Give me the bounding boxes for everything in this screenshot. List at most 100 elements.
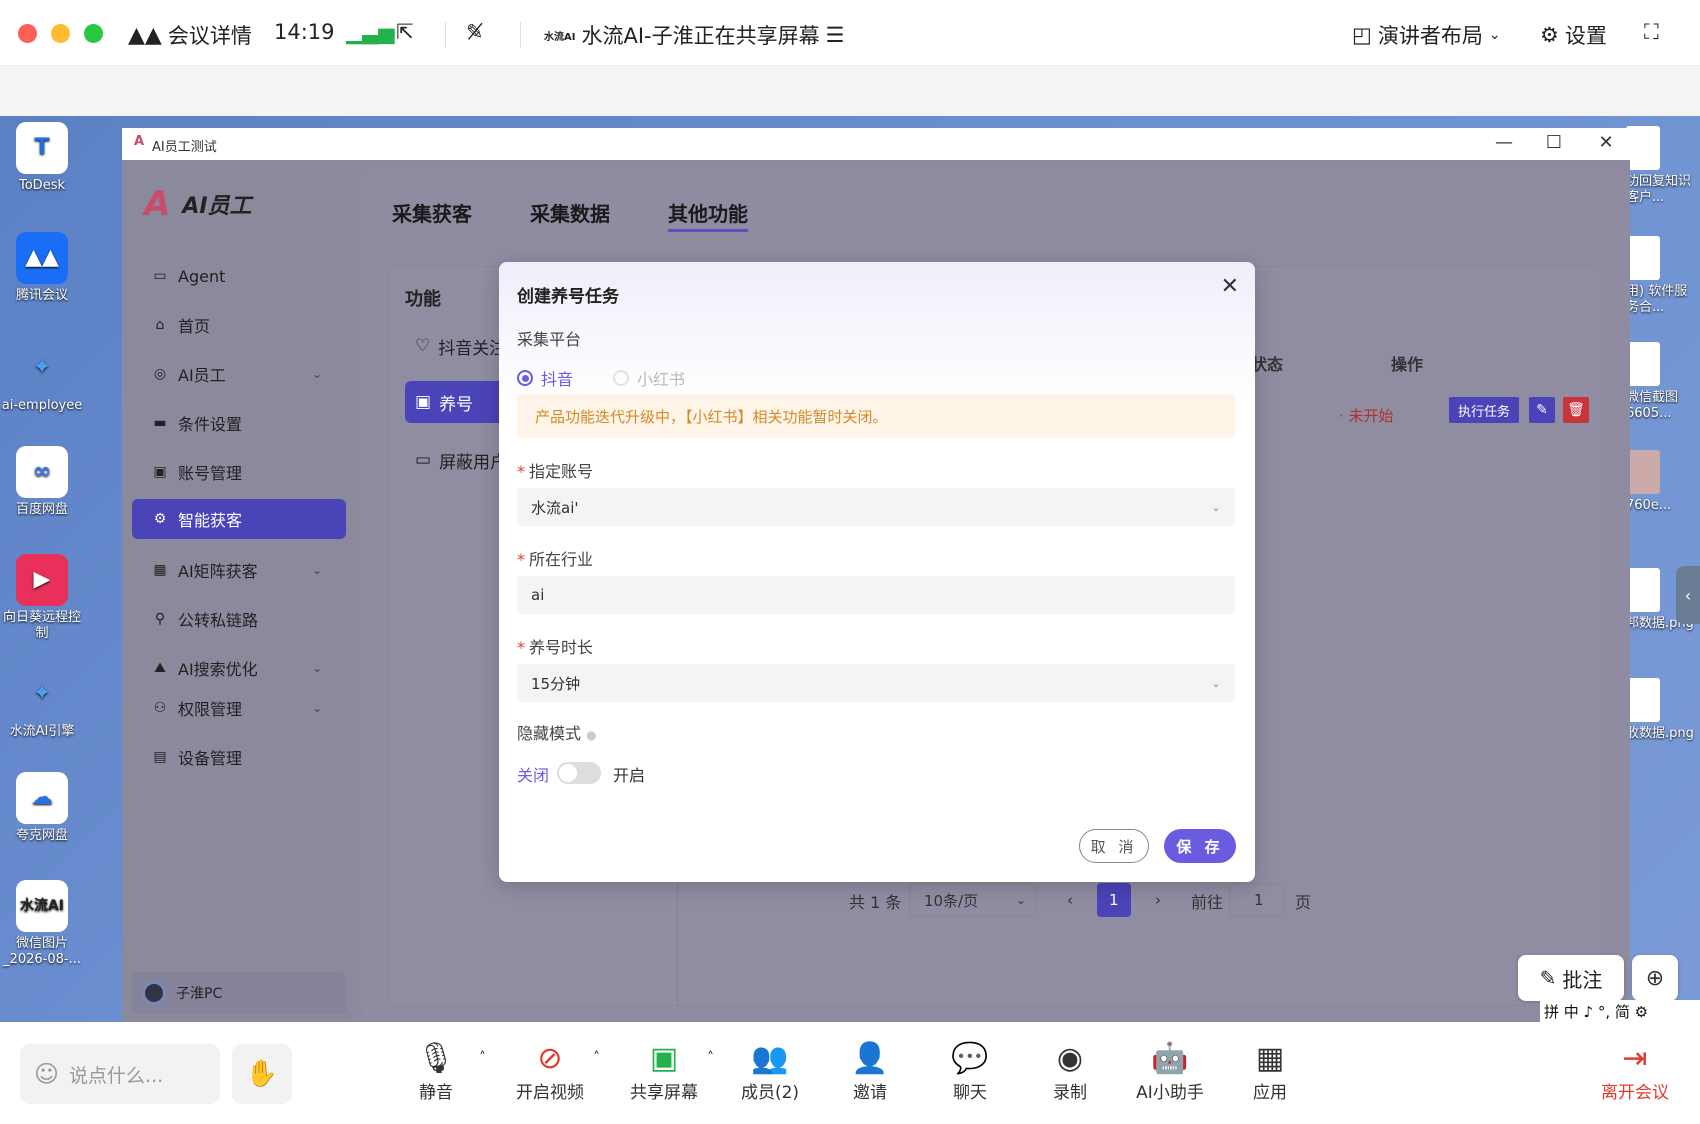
help-icon[interactable]: ● bbox=[586, 728, 596, 742]
delete-icon[interactable]: 🗑 bbox=[1563, 397, 1589, 423]
mute-button[interactable]: 🎙 静音 ˄ bbox=[386, 1040, 486, 1103]
sidebar-item-agent[interactable]: ▭ Agent bbox=[132, 254, 346, 298]
function-item-douyin-follow[interactable]: ♡ 抖音关注 bbox=[405, 325, 506, 367]
ime-toolbar[interactable]: 拼 中 ♪ °, 简 ⚙ bbox=[1540, 1000, 1700, 1022]
collapse-panel-icon[interactable]: ‹ bbox=[1676, 566, 1700, 624]
sunflower-icon: ▶ bbox=[16, 554, 68, 606]
desktop-icon-quark-pan[interactable]: ☁ 夸克网盘 bbox=[0, 772, 84, 844]
signal-icon[interactable]: ▁▃▅ bbox=[346, 20, 394, 44]
desktop-file[interactable]: 功回复知识客户... bbox=[1626, 126, 1700, 206]
sidebar-item-ai-search[interactable]: ⛰ AI搜索优化 ⌄ bbox=[132, 646, 346, 690]
desktop-file[interactable]: 微信截图6605... bbox=[1626, 342, 1700, 422]
edit-icon[interactable]: ✎ bbox=[1529, 397, 1555, 423]
tab-other-functions[interactable]: 其他功能 bbox=[668, 198, 748, 232]
chevron-up-icon[interactable]: ˄ bbox=[707, 1050, 714, 1066]
prev-page-icon[interactable]: ‹ bbox=[1057, 883, 1087, 917]
user-profile[interactable]: 子淮PC bbox=[132, 972, 346, 1014]
tab-collect-data[interactable]: 采集数据 bbox=[530, 198, 610, 232]
function-item-block-users[interactable]: ▭ 屏蔽用户 bbox=[405, 439, 507, 481]
file-label: 760e... bbox=[1626, 498, 1672, 513]
fullscreen-icon[interactable]: ⛶ bbox=[1644, 20, 1659, 45]
raise-hand-icon[interactable]: ✋ bbox=[232, 1044, 292, 1104]
maximize-icon[interactable]: ☐ bbox=[1542, 132, 1566, 153]
notice-banner: 产品功能迭代升级中，【小红书】相关功能暂时关闭。 bbox=[517, 394, 1235, 438]
meeting-details-button[interactable]: ▲▲ 会议详情 bbox=[128, 20, 252, 50]
desktop-icon-ai-employee[interactable]: ✦ ai-employee bbox=[0, 342, 84, 414]
cancel-button[interactable]: 取 消 bbox=[1079, 829, 1149, 863]
chat-button[interactable]: 💬 聊天 bbox=[920, 1040, 1020, 1103]
desktop-icon-todesk[interactable]: T ToDesk bbox=[0, 122, 84, 194]
zoom-in-icon[interactable]: ⊕ bbox=[1632, 955, 1678, 1001]
close-window-button[interactable] bbox=[18, 24, 37, 43]
record-button[interactable]: ◉ 录制 bbox=[1020, 1040, 1120, 1103]
ai-assistant-button[interactable]: 🤖 AI小助手 bbox=[1120, 1040, 1220, 1103]
layout-icon: ◰ bbox=[1352, 23, 1372, 47]
stop-annotation-icon[interactable]: ✎̸ bbox=[466, 20, 484, 44]
link-icon: ⚲ bbox=[154, 611, 166, 627]
account-select[interactable]: 水流ai' ⌄ bbox=[517, 488, 1235, 526]
chat-icon: ▭ bbox=[153, 268, 167, 284]
external-link-icon[interactable]: ⇱ bbox=[396, 20, 414, 44]
desktop-icon-baidu-pan[interactable]: ∞ 百度网盘 bbox=[0, 446, 84, 518]
settings-button[interactable]: ⚙ 设置 bbox=[1540, 20, 1607, 50]
radio-douyin[interactable]: 抖音 bbox=[517, 366, 573, 390]
sidebar-item-ai-employee[interactable]: ◎ AI员工 ⌄ bbox=[132, 352, 346, 396]
layout-button[interactable]: ◰ 演讲者布局 ⌄ bbox=[1352, 20, 1501, 50]
annotate-button[interactable]: ✎ 批注 bbox=[1518, 955, 1624, 1001]
invite-button[interactable]: 👤 邀请 bbox=[820, 1040, 920, 1103]
start-video-button[interactable]: ⊘ 开启视频 ˄ bbox=[500, 1040, 600, 1103]
sidebar-item-label: AI矩阵获客 bbox=[178, 562, 258, 581]
save-button[interactable]: 保 存 bbox=[1164, 829, 1236, 863]
page-number-active[interactable]: 1 bbox=[1097, 883, 1131, 917]
share-screen-button[interactable]: ▣ 共享屏幕 ˄ bbox=[614, 1040, 714, 1103]
chevron-down-icon: ⌄ bbox=[1015, 893, 1026, 907]
page-size-select[interactable]: 10条/页 ⌄ bbox=[909, 883, 1037, 917]
desktop-file[interactable]: 用) 软件服务合... bbox=[1626, 236, 1700, 316]
chat-input[interactable]: ☺ 说点什么... bbox=[20, 1044, 220, 1104]
sidebar-item-conditions[interactable]: ▬ 条件设置 bbox=[132, 401, 346, 445]
sidebar-item-private-link[interactable]: ⚲ 公转私链路 bbox=[132, 597, 346, 641]
sidebar-item-accounts[interactable]: ▣ 账号管理 bbox=[132, 450, 346, 494]
duration-select[interactable]: 15分钟 ⌄ bbox=[517, 664, 1235, 702]
account-label: * 指定账号 bbox=[517, 458, 593, 482]
leave-meeting-button[interactable]: ⇥ 离开会议 bbox=[1590, 1040, 1680, 1103]
minimize-icon[interactable]: — bbox=[1492, 132, 1516, 153]
function-item-nurture[interactable]: ▣ 养号 bbox=[405, 381, 505, 423]
file-label: 用) 软件服务合... bbox=[1626, 284, 1688, 315]
industry-input[interactable]: ai bbox=[517, 576, 1235, 614]
desktop-icon-sunflower[interactable]: ▶ 向日葵远程控制 bbox=[0, 554, 84, 642]
column-header-action: 操作 bbox=[1391, 355, 1424, 374]
sidebar-item-devices[interactable]: ▤ 设备管理 bbox=[132, 735, 346, 779]
desktop-icon-shuiliu-engine[interactable]: ✦ 水流AI引擎 bbox=[0, 668, 84, 740]
sidebar-item-permissions[interactable]: ⚇ 权限管理 ⌄ bbox=[132, 686, 346, 730]
close-icon[interactable]: ✕ bbox=[1221, 274, 1239, 299]
close-icon[interactable]: ✕ bbox=[1594, 132, 1618, 153]
next-page-icon[interactable]: › bbox=[1145, 883, 1175, 917]
gear-icon: ⚙ bbox=[1540, 23, 1559, 47]
run-task-button[interactable]: 执行任务 bbox=[1449, 397, 1519, 423]
chevron-up-icon[interactable]: ˄ bbox=[479, 1050, 486, 1066]
hidden-mode-toggle[interactable] bbox=[557, 762, 601, 784]
list-icon[interactable]: ☰ bbox=[826, 23, 845, 47]
apps-button[interactable]: ▦ 应用 bbox=[1220, 1040, 1320, 1103]
tab-collect-customers[interactable]: 采集获客 bbox=[392, 198, 472, 232]
desktop-icon-tencent-meeting[interactable]: ▲▲ 腾讯会议 bbox=[0, 232, 84, 304]
maximize-window-button[interactable] bbox=[84, 24, 103, 43]
sidebar-item-smart-acquisition[interactable]: ⚙ 智能获客 bbox=[132, 499, 346, 539]
goto-page-input[interactable]: 1 bbox=[1229, 883, 1285, 917]
required-mark: * bbox=[517, 638, 525, 657]
excel-file-icon bbox=[1626, 126, 1660, 170]
duration-label: * 养号时长 bbox=[517, 634, 593, 658]
chevron-up-icon[interactable]: ˄ bbox=[593, 1050, 600, 1066]
minimize-window-button[interactable] bbox=[51, 24, 70, 43]
desktop-file[interactable]: 收数据.png bbox=[1626, 678, 1700, 742]
status-badge: · 未开始 bbox=[1339, 407, 1394, 425]
sidebar-item-home[interactable]: ⌂ 首页 bbox=[132, 303, 346, 347]
members-button[interactable]: 👥 成员(2) bbox=[720, 1040, 820, 1103]
desktop-file[interactable]: 760e... bbox=[1626, 450, 1700, 514]
desktop-icon-label: 夸克网盘 bbox=[15, 828, 68, 843]
desktop-icon-wechat-image[interactable]: 水流AI 微信图片_2026-08-... bbox=[0, 880, 84, 968]
sidebar-item-ai-matrix[interactable]: ▦ AI矩阵获客 ⌄ bbox=[132, 548, 346, 592]
camera-off-icon: ⊘ bbox=[537, 1041, 563, 1076]
radio-xiaohongshu[interactable]: 小红书 bbox=[613, 366, 685, 390]
